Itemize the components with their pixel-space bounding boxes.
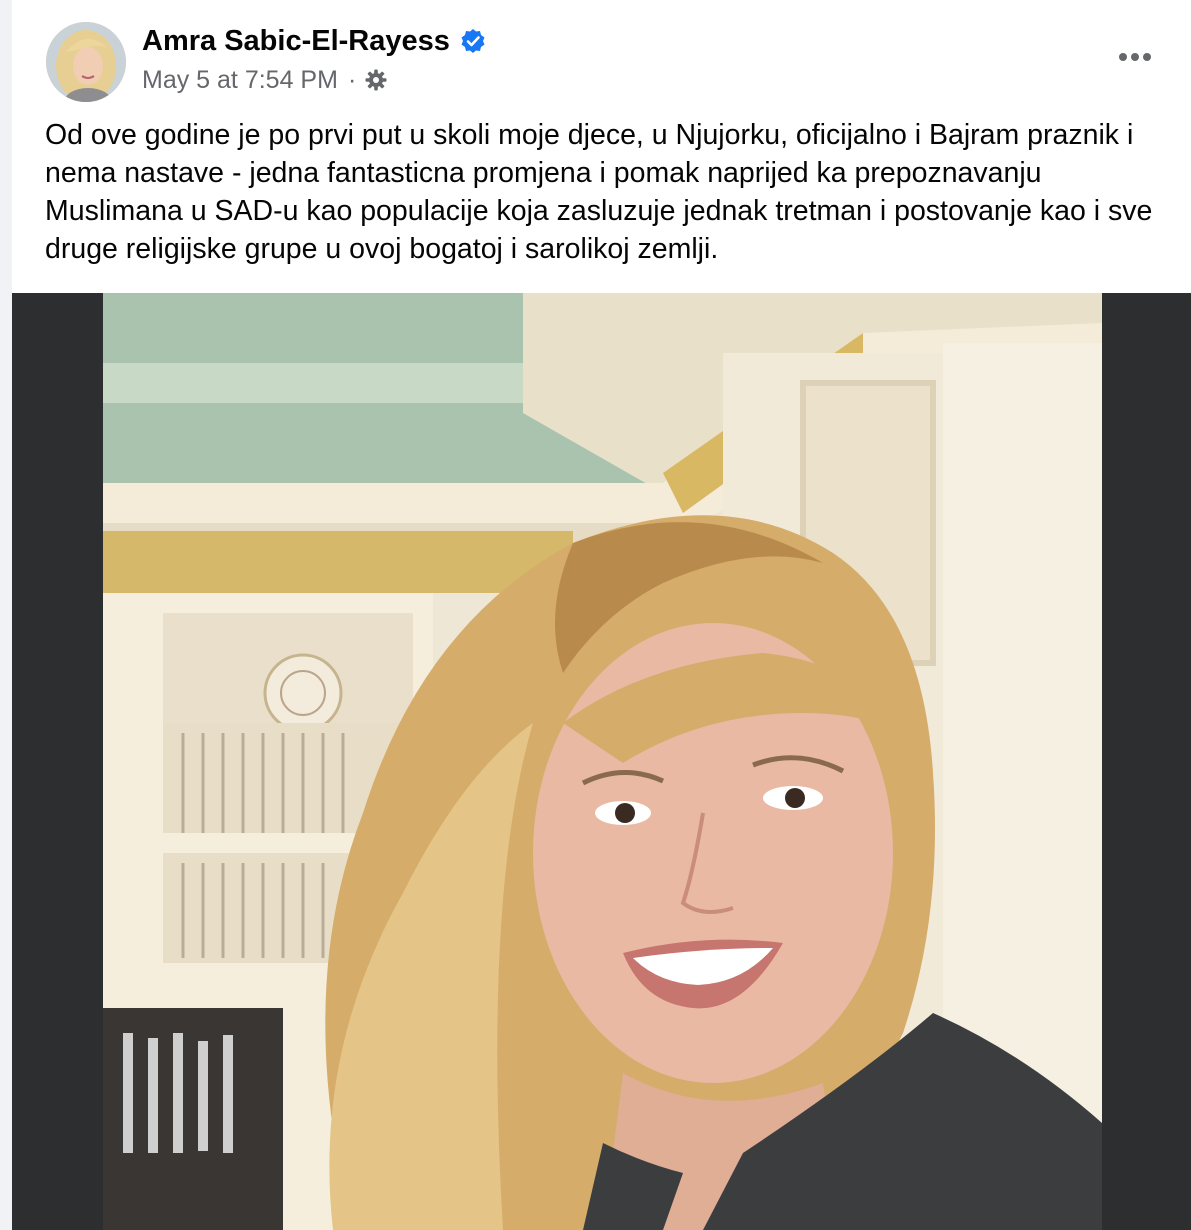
post-timestamp[interactable]: May 5 at 7:54 PM	[142, 64, 338, 96]
author-name-text[interactable]: Amra Sabic-El-Rayess	[142, 24, 450, 58]
post-card: Amra Sabic-El-Rayess May 5 at 7:54 PM ·	[12, 0, 1191, 1230]
gear-icon[interactable]	[364, 68, 388, 92]
post-media[interactable]	[12, 293, 1191, 1230]
more-dot	[1131, 53, 1139, 61]
post-header: Amra Sabic-El-Rayess May 5 at 7:54 PM ·	[12, 0, 1191, 110]
selfie-image	[103, 293, 1102, 1230]
post-text: Od ove godine je po prvi put u skoli moj…	[45, 119, 1161, 265]
more-options-icon[interactable]	[1113, 40, 1157, 74]
post-meta: May 5 at 7:54 PM ·	[142, 64, 388, 96]
meta-separator: ·	[347, 66, 357, 94]
post-photo[interactable]	[103, 293, 1102, 1230]
verified-badge-icon	[460, 28, 486, 54]
more-dot	[1143, 53, 1151, 61]
avatar-image	[46, 22, 126, 102]
author-name[interactable]: Amra Sabic-El-Rayess	[142, 24, 486, 58]
author-avatar[interactable]	[46, 22, 126, 102]
more-dot	[1119, 53, 1127, 61]
